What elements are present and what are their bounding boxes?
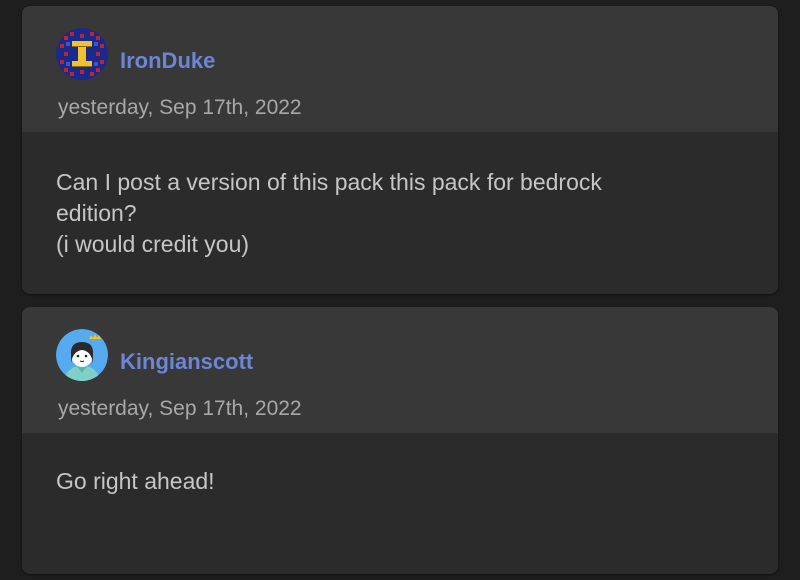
comment-card: Kingianscott yesterday, Sep 17th, 2022 G… — [22, 307, 778, 574]
comment-username[interactable]: Kingianscott — [120, 349, 253, 375]
comment-username[interactable]: IronDuke — [120, 48, 215, 74]
comment-timestamp: yesterday, Sep 17th, 2022 — [58, 96, 302, 119]
comment-body: Can I post a version of this pack this p… — [56, 169, 602, 257]
comment-header: Kingianscott yesterday, Sep 17th, 2022 — [22, 307, 778, 433]
comment-feed: IronDuke yesterday, Sep 17th, 2022 Can I… — [0, 0, 800, 580]
comment-card: IronDuke yesterday, Sep 17th, 2022 Can I… — [22, 6, 778, 294]
kingianscott-avatar-icon[interactable] — [56, 329, 108, 381]
comment-timestamp: yesterday, Sep 17th, 2022 — [58, 397, 302, 420]
irondtuke-avatar-icon[interactable] — [56, 28, 108, 80]
comment-header: IronDuke yesterday, Sep 17th, 2022 — [22, 6, 778, 132]
comment-body: Go right ahead! — [56, 468, 215, 494]
